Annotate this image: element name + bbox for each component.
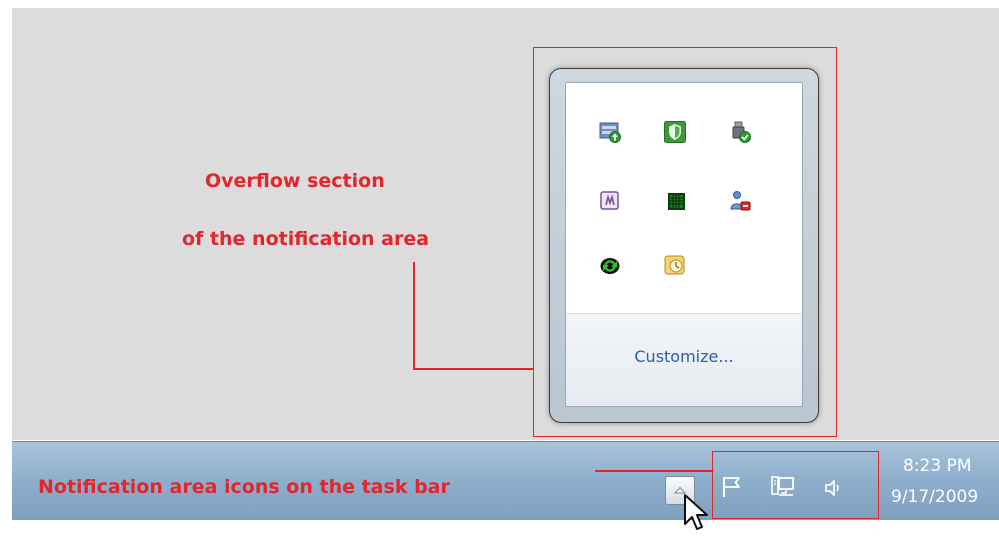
annotation-taskbar-label: Notification area icons on the task bar [38, 476, 450, 498]
overflow-icon-panel: Customize... [565, 82, 803, 407]
update-icon[interactable] [599, 121, 621, 143]
reminder-icon[interactable] [664, 254, 686, 276]
action-center-flag-icon[interactable] [720, 475, 744, 499]
clock-date[interactable]: 9/17/2009 [891, 487, 978, 507]
annotation-connector-vertical [413, 262, 415, 369]
notification-overflow-popup: Customize... [549, 68, 819, 423]
annotation-overflow-line2: of the notification area [182, 228, 430, 250]
annotation-overflow-line1: Overflow section [205, 170, 385, 192]
sync-icon[interactable] [599, 255, 621, 277]
desktop-background [12, 8, 999, 440]
annotation-taskbar-connector [595, 470, 713, 472]
customize-link[interactable]: Customize... [566, 347, 802, 366]
volume-icon[interactable] [823, 476, 847, 500]
popup-footer: Customize... [566, 313, 802, 406]
annotation-connector-horizontal [413, 368, 534, 370]
usb-device-icon[interactable] [729, 121, 751, 143]
mouse-cursor-icon [684, 494, 708, 530]
matrix-icon[interactable] [666, 191, 688, 213]
onenote-icon[interactable] [599, 190, 621, 212]
security-shield-icon[interactable] [664, 121, 686, 143]
user-status-icon[interactable] [729, 190, 751, 212]
clock-time[interactable]: 8:23 PM [903, 456, 972, 476]
network-icon[interactable] [770, 475, 796, 501]
